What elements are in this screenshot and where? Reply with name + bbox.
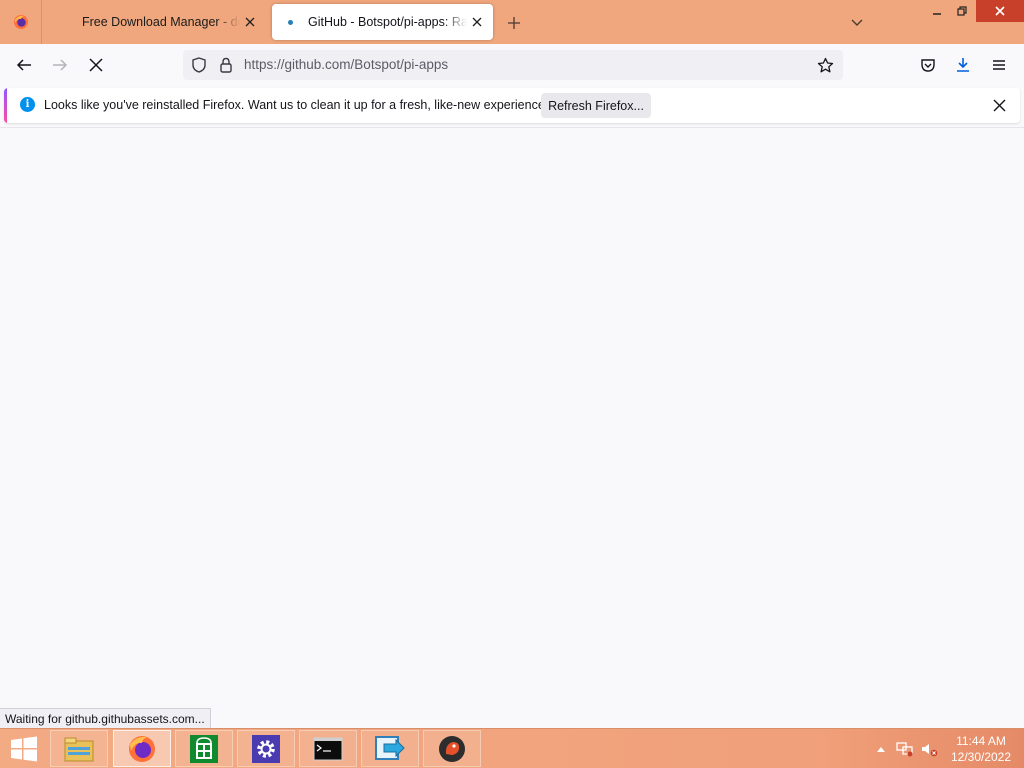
lock-icon[interactable] (216, 55, 236, 75)
close-icon[interactable] (240, 12, 260, 32)
stop-x-icon (89, 58, 103, 72)
folder-icon (64, 737, 94, 761)
arrow-left-icon (16, 59, 31, 71)
download-arrow-icon (957, 58, 969, 72)
new-tab-button[interactable] (503, 12, 525, 34)
clock-time: 11:44 AM (956, 734, 1006, 748)
tab-github-pi-apps[interactable]: GitHub - Botspot/pi-apps: Raspberry (272, 4, 493, 40)
chevron-down-icon (851, 19, 863, 26)
terminal-icon (313, 737, 343, 760)
close-icon (995, 6, 1005, 16)
start-button[interactable] (0, 729, 48, 768)
taskbar-settings[interactable] (237, 730, 295, 767)
system-clock[interactable]: 11:44 AM 12/30/2022 (948, 733, 1014, 765)
restore-button[interactable] (945, 0, 979, 22)
firefox-menu-icon[interactable] (0, 0, 42, 44)
window-close-button[interactable] (976, 0, 1024, 22)
plus-icon (508, 17, 520, 29)
bookmark-star-icon[interactable] (815, 55, 835, 75)
title-bar: Free Download Manager - download GitHub … (0, 0, 1024, 44)
free-download-manager-icon (56, 14, 72, 30)
taskbar-firefox[interactable] (113, 730, 171, 767)
taskbar-remote-app[interactable] (361, 730, 419, 767)
pocket-icon (921, 59, 935, 72)
notification-message: Looks like you've reinstalled Firefox. W… (44, 98, 552, 112)
downloads-button[interactable] (949, 51, 977, 79)
gear-icon (252, 734, 280, 763)
tab-title: Free Download Manager - download (82, 15, 240, 29)
bird-icon (439, 735, 465, 762)
remote-arrow-icon (375, 735, 405, 760)
chevron-up-icon (877, 747, 885, 752)
loading-dot-icon (282, 14, 298, 30)
status-panel: Waiting for github.githubassets.com... (0, 708, 211, 728)
forward-button[interactable] (46, 51, 74, 79)
network-tray-icon[interactable] (894, 729, 916, 768)
tab-free-download-manager[interactable]: Free Download Manager - download (46, 4, 266, 40)
taskbar-bird-app[interactable] (423, 730, 481, 767)
windows-logo-icon (11, 736, 37, 762)
show-hidden-icons-button[interactable] (874, 729, 888, 768)
navigation-toolbar: https://github.com/Botspot/pi-apps (0, 44, 1024, 86)
info-icon: i (20, 97, 35, 112)
notification-accent-stripe (4, 88, 7, 123)
refresh-firefox-button[interactable]: Refresh Firefox... (541, 93, 651, 118)
stop-button[interactable] (82, 51, 110, 79)
taskbar: 11:44 AM 12/30/2022 (0, 728, 1024, 768)
app-menu-button[interactable] (985, 51, 1013, 79)
firefox-icon (129, 735, 155, 762)
clock-date: 12/30/2022 (950, 750, 1012, 764)
reinstall-notification-bar: i Looks like you've reinstalled Firefox.… (4, 88, 1020, 123)
url-bar[interactable]: https://github.com/Botspot/pi-apps (183, 50, 843, 80)
close-icon[interactable] (989, 95, 1009, 115)
taskbar-file-explorer[interactable] (50, 730, 108, 767)
arrow-right-icon (53, 59, 68, 71)
minimize-icon (933, 13, 941, 15)
pocket-button[interactable] (914, 51, 942, 79)
page-content (0, 127, 1024, 728)
taskbar-command-prompt[interactable] (299, 730, 357, 767)
volume-muted-icon[interactable] (918, 729, 940, 768)
list-all-tabs-button[interactable] (846, 12, 868, 34)
tracking-protection-shield-icon[interactable] (189, 55, 209, 75)
restore-icon (957, 6, 967, 16)
close-icon[interactable] (467, 12, 487, 32)
back-button[interactable] (10, 51, 38, 79)
store-icon (190, 734, 218, 763)
tab-title: GitHub - Botspot/pi-apps: Raspberry (308, 15, 467, 29)
hamburger-menu-icon (993, 60, 1005, 70)
url-text[interactable]: https://github.com/Botspot/pi-apps (244, 57, 448, 72)
taskbar-store[interactable] (175, 730, 233, 767)
